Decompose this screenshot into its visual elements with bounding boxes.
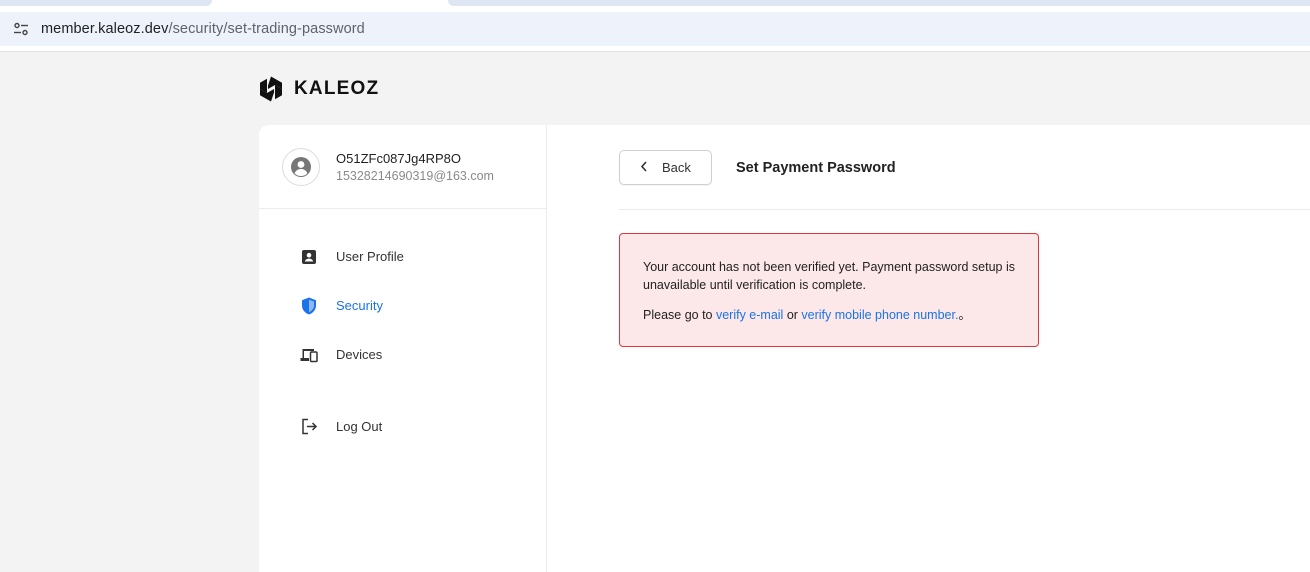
sidebar-item-label: Log Out [336, 419, 383, 434]
sidebar-nav: User Profile Security Devices Log Out [259, 209, 546, 451]
user-card: O51ZFc087Jg4RP8O 15328214690319@163.com [259, 125, 546, 209]
chevron-left-icon [640, 159, 648, 177]
url-path: /security/set-trading-password [168, 21, 365, 37]
sidebar-item-label: User Profile [336, 249, 404, 264]
logout-icon [300, 418, 318, 436]
sidebar: O51ZFc087Jg4RP8O 15328214690319@163.com … [259, 125, 547, 572]
user-email: 15328214690319@163.com [336, 168, 494, 183]
site-settings-icon[interactable] [12, 20, 30, 38]
user-info: O51ZFc087Jg4RP8O 15328214690319@163.com [336, 151, 494, 183]
sidebar-item-security[interactable]: Security [259, 281, 546, 330]
sidebar-item-user-profile[interactable]: User Profile [259, 232, 546, 281]
browser-tabstrip [0, 0, 1310, 12]
alert-action-line: Please go to verify e-mail or verify mob… [643, 306, 1016, 324]
page-header: Back Set Payment Password [619, 150, 896, 185]
header-divider [619, 209, 1310, 210]
url-text[interactable]: member.kaleoz.dev/security/set-trading-p… [41, 21, 365, 37]
sidebar-item-label: Security [336, 298, 383, 313]
brand[interactable]: KALEOZ [259, 76, 379, 102]
brand-name: KALEOZ [294, 78, 380, 99]
back-button-label: Back [662, 160, 691, 175]
user-card-icon [300, 248, 318, 266]
verify-email-link[interactable]: verify e-mail [716, 308, 783, 322]
sidebar-item-logout[interactable]: Log Out [259, 402, 546, 451]
url-host: member.kaleoz.dev [41, 21, 169, 37]
alert-prefix: Please go to [643, 308, 716, 322]
main-panel: Back Set Payment Password Your account h… [547, 125, 1310, 572]
kaleoz-logo-icon [259, 76, 283, 102]
alert-suffix: 。 [958, 308, 971, 322]
sidebar-item-label: Devices [336, 347, 383, 362]
verification-alert: Your account has not been verified yet. … [619, 233, 1039, 347]
chrome-divider [0, 46, 1310, 52]
browser-tab-current[interactable] [212, 0, 448, 12]
user-id: O51ZFc087Jg4RP8O [336, 150, 462, 166]
address-bar[interactable]: member.kaleoz.dev/security/set-trading-p… [0, 12, 1310, 46]
account-circle-icon [291, 156, 311, 177]
shield-icon [300, 297, 318, 315]
avatar [282, 147, 320, 186]
sidebar-item-devices[interactable]: Devices [259, 330, 546, 379]
verify-phone-link[interactable]: verify mobile phone number. [801, 308, 958, 322]
alert-message: Your account has not been verified yet. … [643, 260, 1015, 292]
back-button[interactable]: Back [619, 150, 712, 185]
browser-tab-left[interactable] [0, 0, 212, 6]
alert-connector: or [783, 308, 802, 322]
page-title: Set Payment Password [736, 159, 896, 176]
browser-tab-right[interactable] [448, 0, 1310, 6]
devices-icon [300, 346, 318, 364]
